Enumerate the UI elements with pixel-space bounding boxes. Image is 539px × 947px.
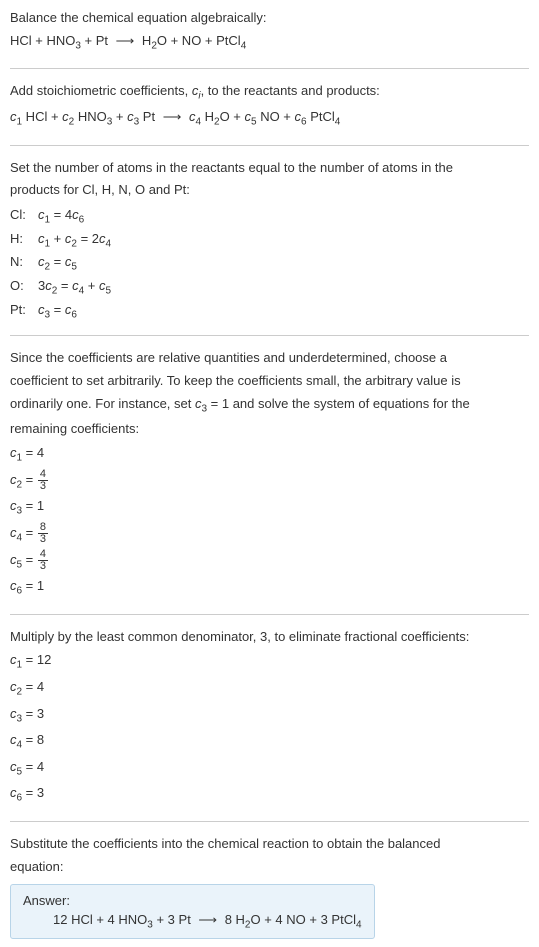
coefficient-list-fractional: c1 = 4 c2 = 43 c3 = 1 c4 = 83 c5 = 43 c6… bbox=[10, 442, 529, 600]
stoich-equation: c1 HCl + c2 HNO3 + c3 Pt ⟶ c4 H2O + c5 N… bbox=[10, 107, 529, 131]
coefficient-list-integer: c1 = 12 c2 = 4 c3 = 3 c4 = 8 c5 = 4 c6 =… bbox=[10, 649, 529, 807]
answer-text-2: equation: bbox=[10, 857, 529, 878]
fraction: 83 bbox=[38, 522, 48, 545]
coeff-c3: c3 = 1 bbox=[10, 495, 529, 520]
atom-row-h: H: c1 + c2 = 2c4 bbox=[10, 229, 529, 253]
arrow-icon: ⟶ bbox=[195, 912, 221, 927]
coeff-c1: c1 = 12 bbox=[10, 649, 529, 674]
answer-text-1: Substitute the coefficients into the che… bbox=[10, 834, 529, 855]
atom-row-pt: Pt: c3 = c6 bbox=[10, 300, 529, 324]
section-solve: Since the coefficients are relative quan… bbox=[10, 348, 529, 615]
section-stoichiometric: Add stoichiometric coefficients, ci, to … bbox=[10, 81, 529, 145]
atoms-title-1: Set the number of atoms in the reactants… bbox=[10, 158, 529, 179]
atom-equations: Cl: c1 = 4c6 H: c1 + c2 = 2c4 N: c2 = c5… bbox=[10, 205, 529, 323]
section-problem: Balance the chemical equation algebraica… bbox=[10, 8, 529, 69]
coeff-c6: c6 = 1 bbox=[10, 575, 529, 600]
solve-text-1: Since the coefficients are relative quan… bbox=[10, 348, 529, 369]
section-multiply: Multiply by the least common denominator… bbox=[10, 627, 529, 822]
coeff-c5: c5 = 4 bbox=[10, 756, 529, 781]
coeff-c6: c6 = 3 bbox=[10, 782, 529, 807]
answer-label: Answer: bbox=[23, 893, 362, 908]
solve-text-2: coefficient to set arbitrarily. To keep … bbox=[10, 371, 529, 392]
section-atoms: Set the number of atoms in the reactants… bbox=[10, 158, 529, 337]
coeff-c3: c3 = 3 bbox=[10, 703, 529, 728]
multiply-title: Multiply by the least common denominator… bbox=[10, 627, 529, 648]
fraction: 43 bbox=[38, 549, 48, 572]
coeff-c2: c2 = 43 bbox=[10, 469, 529, 494]
stoich-title: Add stoichiometric coefficients, ci, to … bbox=[10, 81, 529, 105]
coeff-c1: c1 = 4 bbox=[10, 442, 529, 467]
balanced-equation: 12 HCl + 4 HNO3 + 3 Pt ⟶ 8 H2O + 4 NO + … bbox=[23, 912, 362, 931]
atom-row-cl: Cl: c1 = 4c6 bbox=[10, 205, 529, 229]
arrow-icon: ⟶ bbox=[159, 109, 185, 124]
problem-equation: HCl + HNO3 + Pt ⟶ H2O + NO + PtCl4 bbox=[10, 31, 529, 55]
atoms-title-2: products for Cl, H, N, O and Pt: bbox=[10, 180, 529, 201]
solve-text-3: ordinarily one. For instance, set c3 = 1… bbox=[10, 394, 529, 418]
arrow-icon: ⟶ bbox=[112, 33, 138, 48]
fraction: 43 bbox=[38, 469, 48, 492]
solve-text-4: remaining coefficients: bbox=[10, 419, 529, 440]
coeff-c4: c4 = 8 bbox=[10, 729, 529, 754]
coeff-c4: c4 = 83 bbox=[10, 522, 529, 547]
section-answer: Substitute the coefficients into the che… bbox=[10, 834, 529, 939]
problem-title: Balance the chemical equation algebraica… bbox=[10, 8, 529, 29]
answer-box: Answer: 12 HCl + 4 HNO3 + 3 Pt ⟶ 8 H2O +… bbox=[10, 884, 375, 940]
atom-row-n: N: c2 = c5 bbox=[10, 252, 529, 276]
atom-row-o: O: 3c2 = c4 + c5 bbox=[10, 276, 529, 300]
coeff-c2: c2 = 4 bbox=[10, 676, 529, 701]
coeff-c5: c5 = 43 bbox=[10, 549, 529, 574]
